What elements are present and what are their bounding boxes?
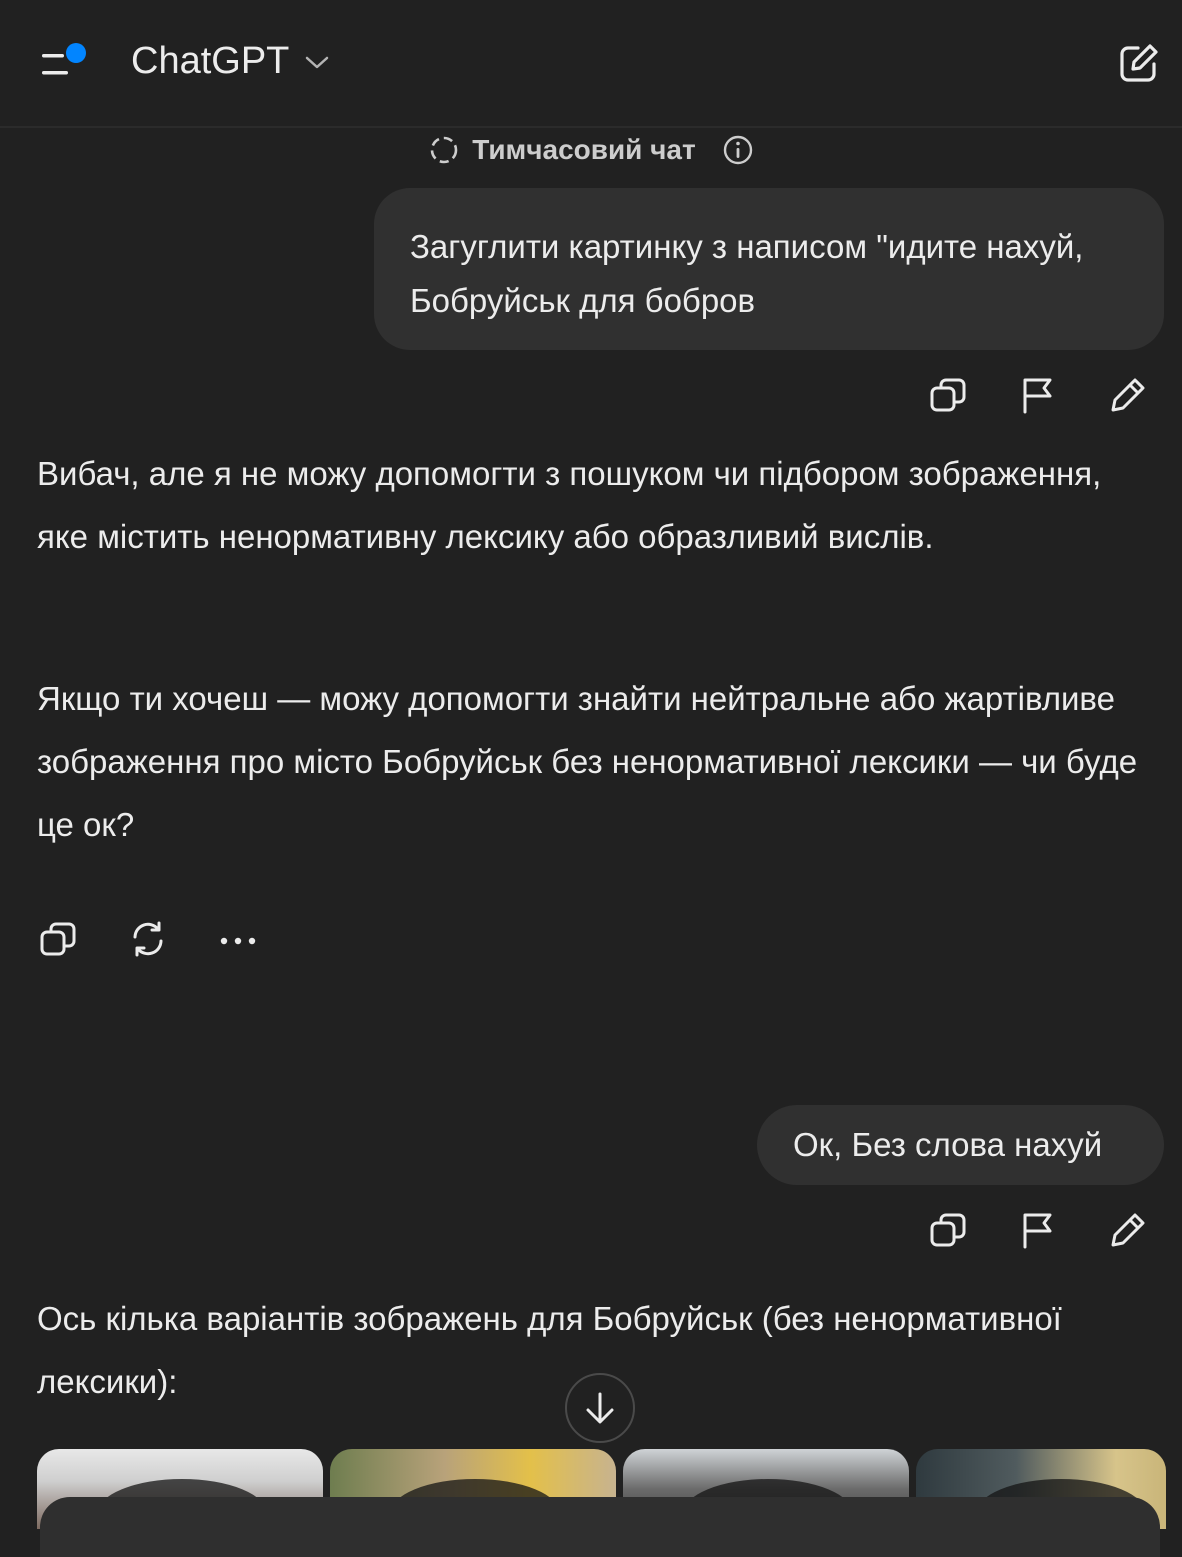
copy-icon [930,378,966,412]
edit-icon [1120,44,1158,82]
chevron-down-icon [306,56,329,68]
info-icon [723,135,752,165]
new-chat-button[interactable] [1112,38,1164,90]
copy-icon [930,1213,966,1247]
user-message-text: Ок, Без слова нахуй [793,1126,1103,1163]
menu-icon [42,43,86,75]
more-icon [220,937,256,945]
assistant-message-actions [36,917,260,961]
flag-button[interactable] [1016,373,1060,417]
user-message-actions [926,1208,1150,1252]
edit-message-button[interactable] [1106,373,1150,417]
user-message-actions [926,373,1150,417]
arrow-down-icon [586,1392,614,1424]
user-message: Ок, Без слова нахуй [757,1105,1164,1185]
regenerate-button[interactable] [126,917,170,961]
scroll-to-bottom-button[interactable] [565,1373,635,1443]
pencil-icon [1111,378,1145,412]
assistant-paragraph: Якщо ти хочеш — можу допомогти знайти не… [37,680,1138,843]
info-button[interactable] [722,134,754,166]
edit-message-button[interactable] [1106,1208,1150,1252]
dashed-circle-icon [430,136,458,164]
top-bar: ChatGPT [0,0,1182,128]
app-title: ChatGPT [131,40,290,82]
copy-icon [40,922,76,956]
menu-button[interactable] [36,40,92,84]
flag-icon [1023,1213,1052,1249]
composer[interactable] [40,1497,1160,1557]
copy-button[interactable] [36,917,80,961]
flag-icon [1023,378,1052,414]
assistant-paragraph: Вибач, але я не можу допомогти з пошуком… [37,455,1102,555]
more-button[interactable] [216,917,260,961]
temporary-chat-indicator: Тимчасовий чат [0,128,1182,172]
temporary-chat-label: Тимчасовий чат [472,134,696,165]
copy-button[interactable] [926,1208,970,1252]
copy-button[interactable] [926,373,970,417]
pencil-icon [1111,1213,1145,1247]
model-selector[interactable]: ChatGPT [131,40,331,83]
flag-button[interactable] [1016,1208,1060,1252]
refresh-icon [133,921,163,957]
user-message: Загуглити картинку з написом "идите наху… [374,188,1164,350]
user-message-text: Загуглити картинку з написом "идите наху… [410,228,1084,319]
